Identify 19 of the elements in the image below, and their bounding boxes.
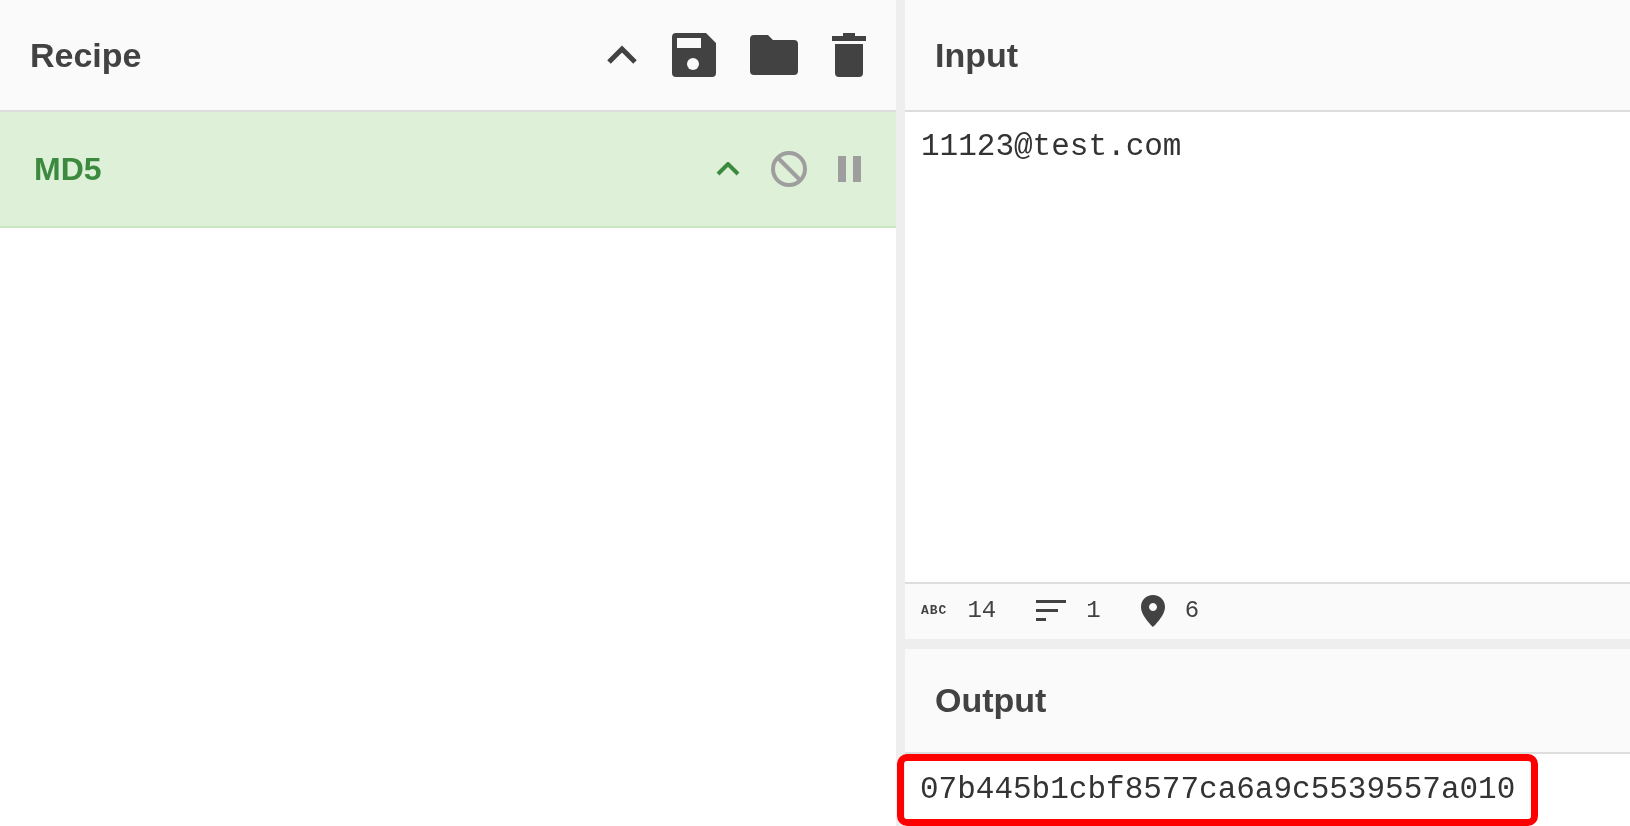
collapse-chevron-icon[interactable] bbox=[606, 45, 638, 65]
status-value: 6 bbox=[1184, 596, 1200, 626]
status-value: 1 bbox=[1086, 596, 1101, 626]
length-label: ABC bbox=[921, 602, 948, 621]
recipe-title: Recipe bbox=[30, 34, 142, 76]
delete-icon[interactable] bbox=[832, 33, 866, 77]
disable-icon[interactable] bbox=[770, 150, 808, 188]
status-value: 14 bbox=[967, 596, 997, 626]
pause-icon[interactable] bbox=[838, 156, 862, 182]
output-text: 07b445b1cbf8577ca6a9c5539557a010 bbox=[897, 753, 1539, 826]
lines-icon bbox=[1036, 600, 1067, 622]
input-title: Input bbox=[935, 34, 1019, 76]
pane-resizer[interactable] bbox=[896, 0, 905, 826]
location-pin-icon bbox=[1140, 595, 1165, 627]
save-icon[interactable] bbox=[672, 33, 716, 77]
folder-icon[interactable] bbox=[750, 35, 798, 75]
operation-name: MD5 bbox=[34, 150, 102, 189]
operation-row[interactable]: MD5 bbox=[0, 112, 896, 228]
output-title: Output bbox=[935, 679, 1047, 721]
